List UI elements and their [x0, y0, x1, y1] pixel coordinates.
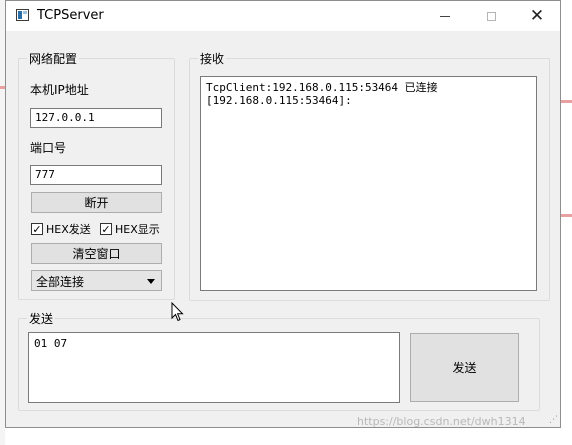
receive-title: 接收 — [198, 50, 227, 67]
watermark-text: https://blog.csdn.net/dwh1314 — [357, 415, 526, 428]
minimize-icon — [440, 15, 450, 17]
app-window-icon — [16, 9, 29, 21]
maximize-icon — [486, 11, 496, 21]
hex-display-option[interactable]: ✓ HEX显示 — [100, 221, 160, 237]
ip-label: 本机IP地址 — [30, 83, 89, 97]
maximize-button[interactable] — [468, 1, 514, 31]
tcpserver-window: TCPServer ✕ 网络配置 本机IP地址 127.0.0.1 端口号 77… — [5, 0, 561, 428]
clear-window-button[interactable]: 清空窗口 — [31, 243, 162, 264]
send-textarea[interactable]: 01 07 — [28, 332, 400, 403]
minimize-button[interactable] — [422, 1, 468, 31]
connection-select[interactable]: 全部连接 — [31, 270, 162, 291]
receive-textarea[interactable]: TcpClient:192.168.0.115:53464 已连接 [192.1… — [200, 76, 537, 291]
port-input[interactable]: 777 — [30, 165, 162, 185]
disconnect-button[interactable]: 断开 — [31, 192, 162, 213]
hex-send-checkbox[interactable]: ✓ — [31, 223, 43, 235]
ip-address-input[interactable]: 127.0.0.1 — [30, 108, 162, 128]
close-icon: ✕ — [529, 5, 545, 26]
title-bar[interactable]: TCPServer ✕ — [6, 1, 560, 31]
connection-select-value: 全部连接 — [36, 275, 85, 289]
chevron-down-icon — [147, 279, 155, 284]
hex-send-label: HEX发送 — [46, 223, 91, 236]
port-label: 端口号 — [30, 141, 67, 155]
background-accent-line — [561, 214, 572, 217]
send-button[interactable]: 发送 — [410, 333, 519, 402]
background-accent-line — [561, 100, 572, 103]
hex-display-checkbox[interactable]: ✓ — [100, 223, 112, 235]
hex-display-label: HEX显示 — [115, 223, 160, 236]
window-title: TCPServer — [37, 8, 104, 23]
hex-send-option[interactable]: ✓ HEX发送 — [31, 221, 91, 237]
resize-grip-icon[interactable]: ⋰ — [549, 415, 558, 425]
mouse-pointer-icon — [171, 302, 184, 322]
network-config-title: 网络配置 — [27, 50, 80, 67]
send-title: 发送 — [27, 310, 56, 327]
close-button[interactable]: ✕ — [514, 1, 560, 31]
